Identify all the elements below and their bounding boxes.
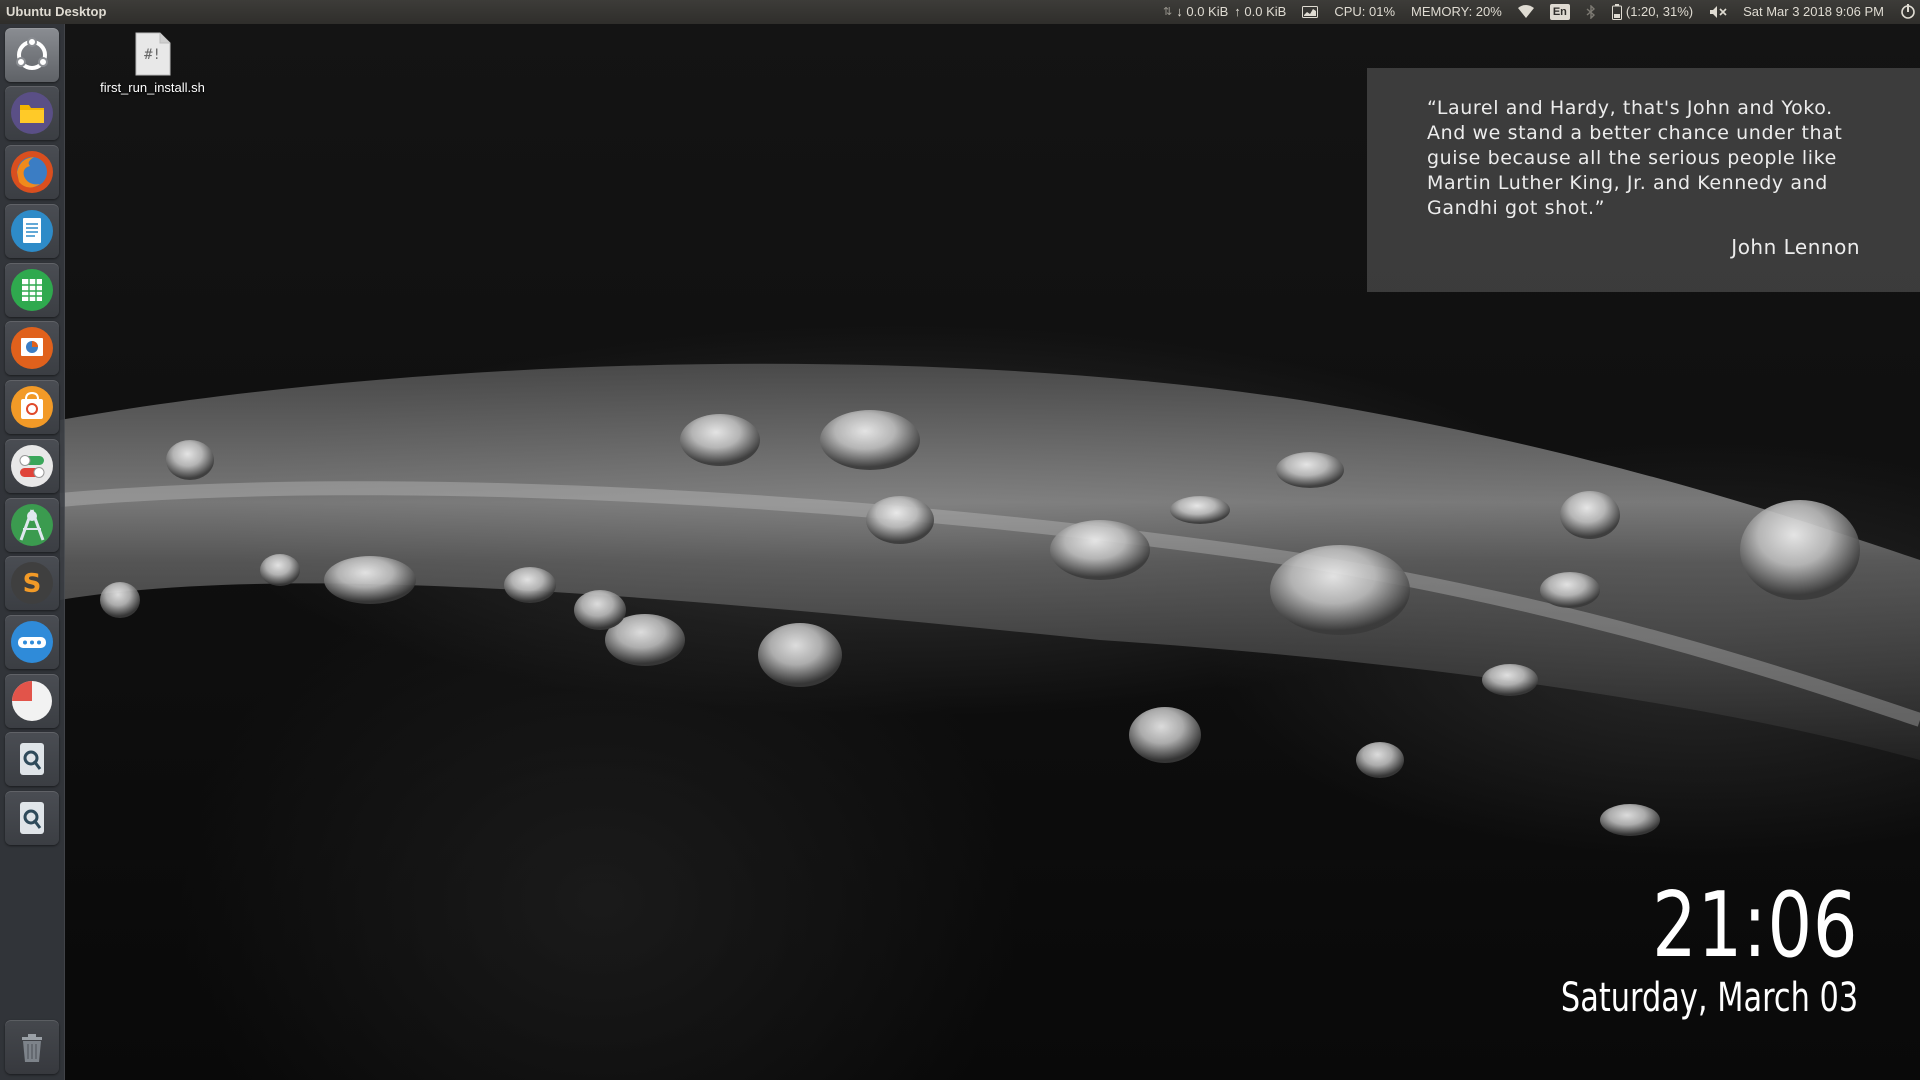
software-center-icon — [11, 386, 53, 428]
folder-icon — [11, 92, 53, 134]
calc-spreadsheet-icon — [11, 269, 53, 311]
wifi-indicator[interactable] — [1510, 0, 1542, 24]
bluetooth-indicator[interactable] — [1578, 0, 1604, 24]
battery-icon — [1611, 4, 1622, 20]
launcher-firefox[interactable] — [5, 145, 59, 199]
script-file-icon: #! — [135, 32, 171, 76]
network-speed-indicator[interactable]: ⇅ ↓ 0.0 KiB ↑ 0.0 KiB — [1155, 0, 1294, 24]
pie-chart-icon — [12, 681, 52, 721]
launcher-qt-creator-2[interactable] — [5, 791, 59, 845]
desktop-clock-date: Saturday, March 03 — [1560, 975, 1858, 1021]
ubuntu-logo-icon — [16, 37, 48, 70]
top-panel: Ubuntu Desktop ⇅ ↓ 0.0 KiB ↑ 0.0 KiB CPU… — [0, 0, 1920, 24]
quote-author: John Lennon — [1731, 235, 1860, 259]
power-gear-icon — [1901, 4, 1915, 19]
launcher-messaging[interactable] — [5, 615, 59, 669]
window-title: Ubuntu Desktop — [6, 4, 107, 19]
system-monitor-indicator[interactable] — [1294, 0, 1326, 24]
quote-text: “Laurel and Hardy, that's John and Yoko.… — [1427, 97, 1843, 219]
monitor-graph-icon — [1302, 6, 1319, 18]
launcher-sublime-text[interactable]: S — [5, 556, 59, 610]
network-transfer-icon: ⇅ — [1163, 6, 1173, 18]
launcher-trash[interactable] — [5, 1020, 59, 1074]
volume-muted-icon — [1710, 6, 1727, 18]
memory-indicator[interactable]: MEMORY: 20% — [1403, 0, 1510, 24]
launcher-dash-home[interactable] — [5, 28, 59, 82]
launcher-qt-creator-1[interactable] — [5, 732, 59, 786]
launcher-software-center[interactable] — [5, 380, 59, 434]
firefox-icon — [11, 151, 53, 193]
launcher-android-studio[interactable] — [5, 498, 59, 552]
desktop-file-icon[interactable]: #! first_run_install.sh — [80, 32, 225, 102]
unity-launcher: S — [0, 24, 65, 1080]
sublime-s-icon: S — [11, 562, 53, 604]
network-up-speed: ↑ 0.0 KiB — [1234, 4, 1287, 19]
clock-indicator[interactable]: Sat Mar 3 2018 9:06 PM — [1735, 0, 1892, 24]
bluetooth-icon — [1586, 5, 1595, 19]
launcher-files[interactable] — [5, 86, 59, 140]
quote-widget: “Laurel and Hardy, that's John and Yoko.… — [1367, 68, 1920, 292]
desktop-clock-time: 21:06 — [1651, 873, 1858, 978]
trash-icon — [22, 1034, 42, 1062]
launcher-settings[interactable] — [5, 439, 59, 493]
desktop-file-label: first_run_install.sh — [100, 80, 205, 95]
keyboard-layout-label: En — [1549, 4, 1570, 20]
wifi-icon — [1517, 5, 1534, 18]
chat-bubble-icon — [11, 621, 53, 663]
impress-presentation-icon — [11, 327, 53, 369]
script-shebang-glyph: #! — [144, 47, 161, 63]
session-indicator[interactable] — [1892, 0, 1920, 24]
android-studio-icon — [11, 504, 53, 546]
launcher-writer[interactable] — [5, 204, 59, 258]
sound-indicator[interactable] — [1701, 0, 1735, 24]
launcher-disk-usage[interactable] — [5, 674, 59, 728]
qt-q-icon — [20, 802, 44, 834]
qt-q-icon — [20, 743, 44, 775]
launcher-impress[interactable] — [5, 321, 59, 375]
network-down-speed: ↓ 0.0 KiB — [1176, 4, 1229, 19]
cpu-indicator[interactable]: CPU: 01% — [1326, 0, 1403, 24]
indicator-area: ⇅ ↓ 0.0 KiB ↑ 0.0 KiB CPU: 01% MEMORY: 2… — [1155, 0, 1920, 24]
svg-text:S: S — [23, 569, 42, 599]
battery-indicator[interactable]: (1:20, 31%) — [1604, 0, 1701, 24]
writer-document-icon — [11, 210, 53, 252]
battery-status: (1:20, 31%) — [1625, 4, 1694, 19]
launcher-calc[interactable] — [5, 263, 59, 317]
keyboard-layout-indicator[interactable]: En — [1542, 0, 1578, 24]
settings-toggle-icon — [11, 445, 53, 487]
